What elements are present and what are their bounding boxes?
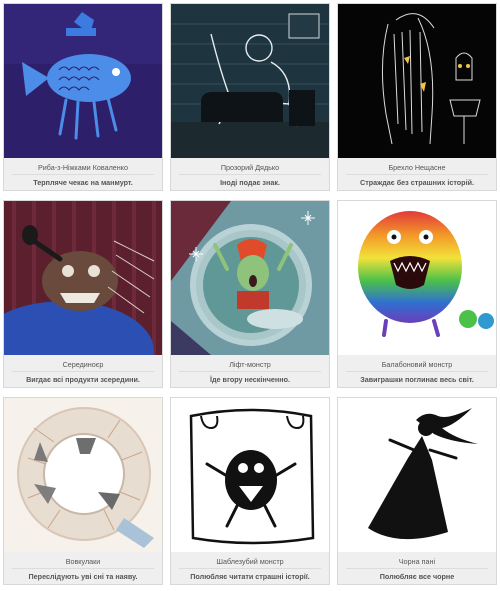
monster-card-sabertooth[interactable]: Шаблезубий монстр Полюбляє читати страшн… — [170, 397, 330, 585]
card-description: Терпляче чекає на манмурт. — [33, 178, 133, 187]
monster-card-transparent-man[interactable]: Прозорий Дядько Іноді подає знак. — [170, 3, 330, 191]
card-description: Вигдає всі продукти зсередини. — [26, 375, 140, 384]
card-description: Страждає без страшних історій. — [360, 178, 474, 187]
card-name: Ліфт-монстр — [229, 360, 271, 369]
fish-with-legs-monster-icon[interactable] — [4, 4, 162, 158]
card-description: Полюбляє все чорне — [379, 572, 455, 581]
card-description: Іноді подає знак. — [220, 178, 280, 187]
monster-card-liar[interactable]: Брехло Нещасне Страждає без страшних іст… — [337, 3, 497, 191]
card-divider — [346, 568, 488, 569]
elevator-monster-icon[interactable] — [171, 201, 329, 355]
card-name: Серединоєр — [62, 360, 104, 369]
card-description: Завиграшки поглинає весь світ. — [360, 375, 474, 384]
monster-card-elevator[interactable]: Ліфт-монстр Їде вгору нескінченно. — [170, 200, 330, 388]
middle-eater-monster-icon[interactable] — [4, 201, 162, 355]
card-divider — [179, 174, 321, 175]
hairy-liar-monster-icon[interactable] — [338, 4, 496, 158]
monster-card-fish[interactable]: Риба-з-Ніжками Коваленко Терпляче чекає … — [3, 3, 163, 191]
monster-card-middle-eater[interactable]: Серединоєр Вигдає всі продукти зсередини… — [3, 200, 163, 388]
werewolves-monster-icon[interactable] — [4, 398, 162, 552]
card-divider — [12, 371, 154, 372]
card-description: Переслідують уві сні та наяву. — [28, 572, 138, 581]
monster-card-black-lady[interactable]: Чорна пані Полюбляє все чорне — [337, 397, 497, 585]
card-name: Риба-з-Ніжками Коваленко — [38, 163, 128, 172]
card-name: Брехло Нещасне — [388, 163, 446, 172]
card-name: Вовкулаки — [65, 557, 101, 566]
card-name: Балабоновий монстр — [381, 360, 453, 369]
card-divider — [346, 174, 488, 175]
rainbow-fluffy-monster-icon[interactable] — [338, 201, 496, 355]
card-name: Чорна пані — [398, 557, 436, 566]
card-description: Їде вгору нескінченно. — [210, 375, 290, 384]
card-name: Прозорий Дядько — [220, 163, 280, 172]
card-name: Шаблезубий монстр — [216, 557, 284, 566]
card-divider — [12, 174, 154, 175]
card-divider — [12, 568, 154, 569]
card-divider — [179, 371, 321, 372]
card-divider — [346, 371, 488, 372]
card-divider — [179, 568, 321, 569]
card-description: Полюбляє читати страшні історії. — [190, 572, 310, 581]
monster-card-werewolves[interactable]: Вовкулаки Переслідують уві сні та наяву. — [3, 397, 163, 585]
monster-gallery-grid: Риба-з-Ніжками Коваленко Терпляче чекає … — [0, 0, 500, 591]
transparent-man-monster-icon[interactable] — [171, 4, 329, 158]
sabertooth-monster-icon[interactable] — [171, 398, 329, 552]
black-lady-monster-icon[interactable] — [338, 398, 496, 552]
monster-card-rainbow[interactable]: Балабоновий монстр Завиграшки поглинає в… — [337, 200, 497, 388]
